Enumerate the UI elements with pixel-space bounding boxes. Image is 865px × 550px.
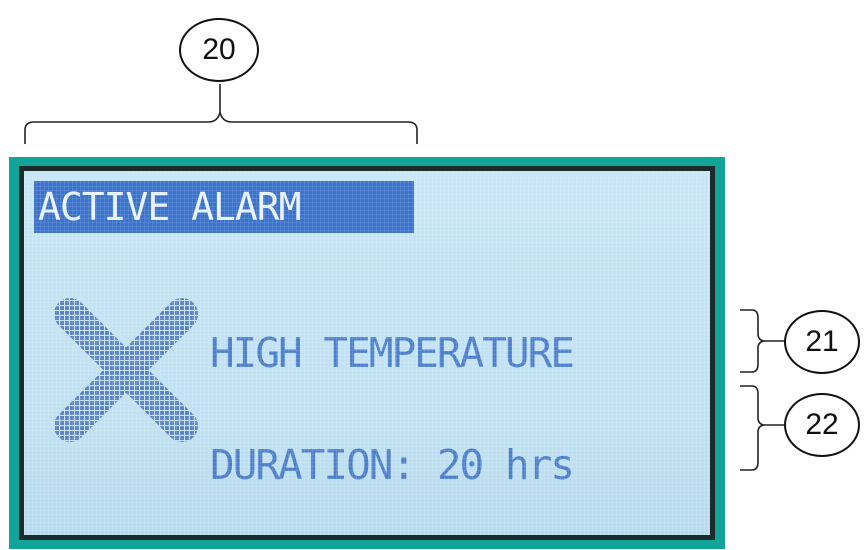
callout-20: 20 <box>179 18 259 82</box>
x-mark-icon <box>54 298 198 442</box>
callout-22: 22 <box>784 393 860 457</box>
alarm-name-brace <box>740 309 784 373</box>
callout-21: 21 <box>784 310 860 374</box>
duration-brace <box>740 385 784 471</box>
lcd-frame: ACTIVE ALARM HIGH TEMPERATURE DURATION: … <box>19 166 715 540</box>
duration-text: DURATION: 20 hrs <box>210 441 575 489</box>
header-brace <box>24 84 418 144</box>
lcd-screen: ACTIVE ALARM HIGH TEMPERATURE DURATION: … <box>24 171 710 535</box>
active-alarm-header: ACTIVE ALARM <box>34 181 414 233</box>
alarm-name-text: HIGH TEMPERATURE <box>210 329 575 377</box>
device-bezel: ACTIVE ALARM HIGH TEMPERATURE DURATION: … <box>9 157 725 549</box>
